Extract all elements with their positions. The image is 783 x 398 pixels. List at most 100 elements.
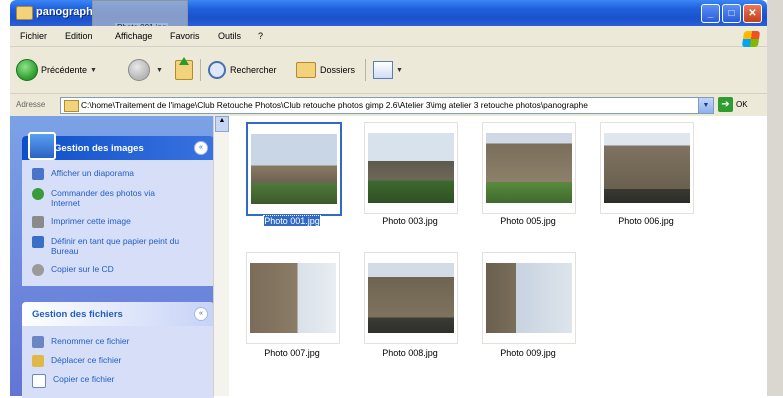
search-label: Rechercher: [230, 65, 277, 75]
move-icon: [32, 355, 44, 367]
task-order-prints[interactable]: Commander des photos via Internet: [32, 188, 182, 208]
task-copy[interactable]: Copier ce fichier: [32, 374, 114, 388]
thumbnail-photo-003[interactable]: [364, 122, 458, 214]
address-folder-icon: [64, 100, 79, 112]
file-tasks-header[interactable]: Gestion des fichiers «: [22, 302, 214, 326]
address-field[interactable]: C:\home\Traitement de l'image\Club Retou…: [60, 97, 714, 114]
thumbnail-photo-009[interactable]: [482, 252, 576, 344]
image-tasks-panel: Gestion des images « Afficher un diapora…: [22, 132, 214, 286]
menu-tools[interactable]: Outils: [218, 31, 241, 41]
forward-arrow-icon: [128, 59, 150, 81]
address-bar: Adresse C:\home\Traitement de l'image\Cl…: [10, 93, 767, 116]
file-label: Photo 003.jpg: [382, 216, 438, 226]
printer-icon: [32, 216, 44, 228]
back-dropdown-icon[interactable]: ▼: [90, 67, 97, 74]
photo-image: [368, 263, 454, 333]
thumbnail-photo-008[interactable]: [364, 252, 458, 344]
views-button[interactable]: ▼: [373, 59, 403, 81]
task-label: Déplacer ce fichier: [51, 355, 122, 365]
task-label: Copier ce fichier: [53, 374, 115, 384]
menu-view[interactable]: Affichage: [115, 31, 152, 41]
task-label: Définir en tant que papier peint du Bure…: [51, 236, 180, 256]
minimize-button[interactable]: _: [701, 4, 720, 23]
file-name-photo-007[interactable]: Photo 007.jpg: [237, 348, 347, 358]
rename-icon: [32, 336, 44, 348]
collapse-chevron-icon[interactable]: «: [194, 141, 208, 155]
address-label: Adresse: [16, 100, 46, 109]
slideshow-icon: [32, 168, 44, 180]
thumbnail-photo-005[interactable]: [482, 122, 576, 214]
toolbar: Précédente ▼ ▼ Rechercher Dossiers ▼: [10, 47, 767, 93]
thumbnail-photo-007[interactable]: [246, 252, 340, 344]
search-icon: [208, 61, 226, 79]
menu-file[interactable]: Fichier: [20, 31, 47, 41]
forward-dropdown-icon[interactable]: ▼: [156, 67, 163, 74]
collapse-chevron-icon[interactable]: «: [194, 307, 208, 321]
up-folder-button[interactable]: [175, 57, 193, 81]
task-pane: Gestion des images « Afficher un diapora…: [10, 116, 223, 398]
toolbar-separator: [200, 59, 201, 81]
file-name-photo-006[interactable]: Photo 006.jpg: [591, 216, 701, 226]
thumbnail-photo-001[interactable]: [246, 122, 342, 216]
window-frame-right: [767, 0, 783, 396]
address-path: C:\home\Traitement de l'image\Club Retou…: [81, 100, 588, 110]
forward-button[interactable]: ▼: [128, 59, 163, 81]
photo-image: [368, 133, 454, 203]
toolbar-separator: [365, 59, 366, 81]
photo-image: [250, 263, 336, 333]
file-label: Photo 007.jpg: [264, 348, 320, 358]
back-button[interactable]: Précédente ▼: [16, 59, 97, 81]
folders-icon: [296, 62, 316, 78]
picture-tasks-icon: [28, 132, 56, 160]
search-button[interactable]: Rechercher: [208, 59, 277, 81]
file-name-photo-008[interactable]: Photo 008.jpg: [355, 348, 465, 358]
task-label: Afficher un diaporama: [51, 168, 135, 178]
maximize-button[interactable]: □: [722, 4, 741, 23]
task-pane-scrollbar[interactable]: ▲: [213, 116, 229, 396]
window-title: panograph: [36, 6, 93, 18]
file-tasks-panel: Gestion des fichiers « Renommer ce fichi…: [22, 302, 214, 398]
file-label: Photo 006.jpg: [618, 216, 674, 226]
folders-button[interactable]: Dossiers: [296, 59, 355, 81]
task-rename[interactable]: Renommer ce fichier: [32, 336, 129, 348]
close-button[interactable]: ✕: [743, 4, 762, 23]
menu-help[interactable]: ?: [258, 31, 263, 41]
back-arrow-icon: [16, 59, 38, 81]
file-label: Photo 009.jpg: [500, 348, 556, 358]
menu-favorites[interactable]: Favoris: [170, 31, 200, 41]
file-name-photo-001[interactable]: Photo 001.jpg: [237, 215, 347, 227]
task-label: Renommer ce fichier: [51, 336, 130, 346]
address-dropdown-icon[interactable]: ▼: [698, 98, 713, 113]
scroll-up-icon[interactable]: ▲: [215, 116, 229, 132]
go-button[interactable]: ➔ OK: [718, 97, 748, 112]
windows-logo-icon: [741, 31, 761, 47]
task-copy-to-cd[interactable]: Copier sur le CD: [32, 264, 114, 276]
thumbnail-photo-006[interactable]: [600, 122, 694, 214]
file-label: Photo 008.jpg: [382, 348, 438, 358]
go-arrow-icon: ➔: [718, 97, 733, 112]
menu-edit[interactable]: Edition: [65, 31, 93, 41]
file-name-photo-003[interactable]: Photo 003.jpg: [355, 216, 465, 226]
task-label: Imprimer cette image: [51, 216, 131, 226]
task-slideshow[interactable]: Afficher un diaporama: [32, 168, 134, 180]
up-folder-icon: [175, 57, 193, 80]
copy-icon: [32, 374, 46, 388]
photo-image: [486, 263, 572, 333]
file-view: Photo 001.jpg Photo 003.jpg Photo 005.jp…: [229, 116, 767, 396]
image-tasks-title: Gestion des images: [54, 143, 144, 154]
file-label: Photo 001.jpg: [263, 215, 321, 227]
file-name-photo-009[interactable]: Photo 009.jpg: [473, 348, 583, 358]
views-icon: [373, 61, 393, 79]
task-set-wallpaper[interactable]: Définir en tant que papier peint du Bure…: [32, 236, 182, 256]
back-label: Précédente: [41, 65, 88, 75]
photo-image: [604, 133, 690, 203]
views-dropdown-icon[interactable]: ▼: [396, 67, 403, 74]
file-name-photo-005[interactable]: Photo 005.jpg: [473, 216, 583, 226]
image-tasks-header[interactable]: Gestion des images «: [22, 132, 214, 160]
task-label: Commander des photos via Internet: [51, 188, 155, 208]
task-move[interactable]: Déplacer ce fichier: [32, 355, 121, 367]
go-label: OK: [736, 100, 748, 109]
task-print[interactable]: Imprimer cette image: [32, 216, 131, 228]
task-label: Copier sur le CD: [51, 264, 114, 274]
wallpaper-icon: [32, 236, 44, 248]
